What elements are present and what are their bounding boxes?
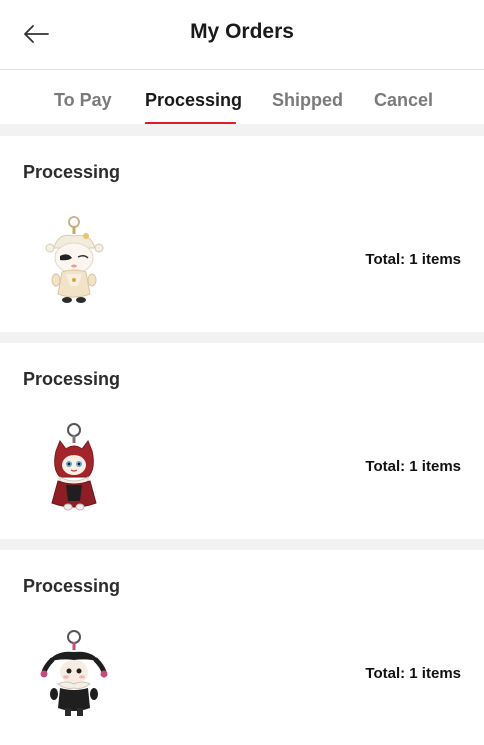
tab-shipped[interactable]: Shipped — [272, 90, 343, 111]
tab-to-pay[interactable]: To Pay — [54, 90, 112, 111]
order-status-label: Processing — [23, 576, 121, 596]
app-header: My Orders — [0, 0, 484, 70]
order-card[interactable]: Processing Total: 1 items — [0, 136, 484, 332]
section-divider — [0, 124, 484, 136]
section-divider — [0, 539, 484, 550]
order-card[interactable]: Processing Total: 1 items — [0, 550, 484, 745]
order-status-tabs: To Pay Processing Shipped Cancel — [0, 70, 484, 125]
product-thumbnail-white-jester — [45, 216, 104, 303]
order-status-label: Processing — [23, 369, 121, 389]
order-total-items: Total: 1 items — [365, 458, 461, 475]
order-status-label: Processing — [23, 162, 121, 182]
product-thumbnail-red-hood — [51, 423, 97, 511]
section-divider — [0, 332, 484, 343]
tab-cancel[interactable]: Cancel — [374, 90, 433, 111]
order-total-items: Total: 1 items — [365, 251, 461, 268]
product-thumbnail-black-jester — [40, 630, 108, 716]
order-card[interactable]: Processing Total: 1 items — [0, 343, 484, 539]
my-orders-screen: My Orders To Pay Processing Shipped Canc… — [0, 0, 484, 745]
page-title: My Orders — [190, 20, 294, 43]
order-total-items: Total: 1 items — [365, 665, 461, 682]
tab-processing[interactable]: Processing — [145, 90, 242, 111]
